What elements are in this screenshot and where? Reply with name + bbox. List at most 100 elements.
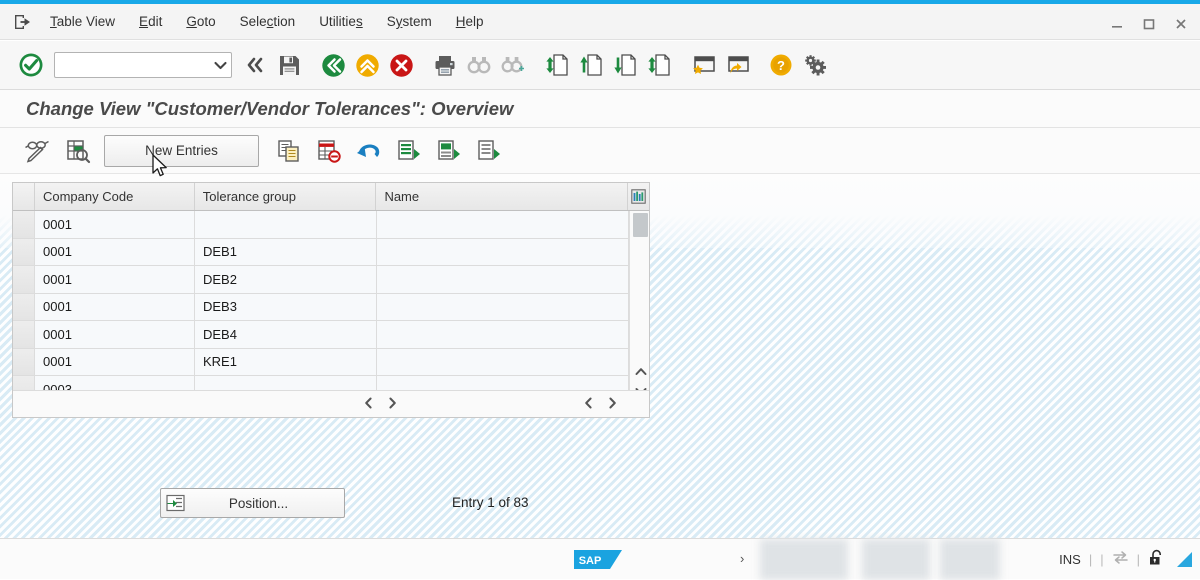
customize-local-layout-icon[interactable] [798,48,832,82]
cell-tolerance-group[interactable]: KRE1 [195,348,377,375]
exit-up-icon[interactable] [350,48,384,82]
scroll-right-icon[interactable] [383,394,401,412]
command-field[interactable] [54,52,232,78]
back-icon[interactable] [316,48,350,82]
transfer-icon[interactable] [1112,550,1129,568]
deselect-all-icon[interactable] [469,135,509,167]
close-icon[interactable] [1166,10,1196,38]
new-entries-button[interactable]: New Entries [104,134,259,167]
status-bar-right: INS | | | [1059,549,1192,569]
cell-name[interactable] [377,238,629,265]
table-row[interactable]: 0001 DEB2 [13,266,629,294]
enter-check-icon[interactable] [14,48,48,82]
table-row[interactable]: 0001 DEB3 [13,293,629,321]
menu-item-selection[interactable]: Selection [228,10,308,33]
scroll-left-icon[interactable] [579,394,597,412]
scroll-up-icon[interactable] [630,362,649,382]
status-divider: | [1088,551,1093,567]
find-next-icon[interactable] [496,48,530,82]
cell-tolerance-group[interactable]: DEB1 [195,238,377,265]
table-row[interactable]: 0001 [13,211,629,239]
select-table-entries-icon[interactable] [58,135,98,167]
cell-tolerance-group[interactable]: DEB4 [195,321,377,348]
scroll-right-icon[interactable] [603,394,621,412]
menu-item-utilities[interactable]: Utilities [307,10,375,33]
table-settings-icon[interactable] [628,183,649,210]
lock-icon[interactable] [1148,549,1165,569]
maximize-icon[interactable] [1134,10,1164,38]
screen-title-bar: Change View "Customer/Vendor Tolerances"… [0,90,1200,128]
undo-icon[interactable] [349,135,389,167]
table-row[interactable]: 0001 KRE1 [13,348,629,376]
menu-item-edit[interactable]: Edit [127,10,174,33]
cell-company-code[interactable]: 0001 [35,211,195,238]
menu-item-goto[interactable]: Goto [174,10,227,33]
cell-name[interactable] [377,348,629,375]
last-page-icon[interactable] [642,48,676,82]
command-input[interactable] [55,54,209,76]
column-header-name[interactable]: Name [376,183,629,210]
cell-name[interactable] [377,266,629,293]
cell-tolerance-group[interactable]: DEB2 [195,266,377,293]
cell-company-code[interactable]: 0001 [35,293,195,320]
position-button[interactable]: Position... [160,488,345,518]
redacted-area-2 [862,539,930,580]
row-selector[interactable] [13,376,35,390]
scroll-left-icon[interactable] [359,394,377,412]
display-change-icon[interactable] [18,135,58,167]
column-header-tolerance-group[interactable]: Tolerance group [194,183,377,210]
create-shortcut-icon[interactable] [720,48,754,82]
select-block-icon[interactable] [429,135,469,167]
table-row[interactable]: 0001 DEB4 [13,321,629,349]
cell-name[interactable] [377,376,629,390]
cancel-icon[interactable] [384,48,418,82]
print-icon[interactable] [428,48,462,82]
create-session-icon[interactable] [686,48,720,82]
first-page-icon[interactable] [540,48,574,82]
find-icon[interactable] [462,48,496,82]
sap-gui-window: Table View Edit Goto Selection Utilities… [0,0,1200,580]
column-header-company-code[interactable]: Company Code [34,183,195,210]
row-selector[interactable] [13,238,35,265]
cell-tolerance-group[interactable] [195,211,377,238]
menu-bar: Table View Edit Goto Selection Utilities… [0,4,1200,40]
delete-icon[interactable] [309,135,349,167]
back-chevrons-icon[interactable] [238,48,272,82]
cell-tolerance-group[interactable] [195,376,377,390]
cell-company-code[interactable]: 0001 [35,266,195,293]
cell-name[interactable] [377,321,629,348]
row-select-header[interactable] [13,183,35,210]
chevron-down-icon[interactable] [209,61,231,70]
minimize-icon[interactable] [1102,10,1132,38]
cell-company-code[interactable]: 0001 [35,348,195,375]
table-row[interactable]: 0001 DEB1 [13,238,629,266]
cell-company-code[interactable]: 0001 [35,321,195,348]
exit-icon[interactable] [8,14,38,30]
scrollbar-thumb[interactable] [633,213,648,237]
resize-grip-icon[interactable] [1177,551,1192,567]
previous-page-icon[interactable] [574,48,608,82]
scroll-down-icon[interactable] [630,382,649,390]
row-selector[interactable] [13,211,35,238]
cell-company-code[interactable]: 0001 [35,238,195,265]
menu-item-help[interactable]: Help [444,10,496,33]
row-selector[interactable] [13,266,35,293]
cell-company-code[interactable]: 0003 [35,376,195,390]
cell-name[interactable] [377,211,629,238]
row-selector[interactable] [13,293,35,320]
cell-tolerance-group[interactable]: DEB3 [195,293,377,320]
table-body: 0001 0001 DEB1 0001 DEB2 0001 DEB3 0001 … [13,211,649,390]
row-selector[interactable] [13,348,35,375]
copy-as-icon[interactable] [269,135,309,167]
menu-item-table-view[interactable]: Table View [38,10,127,33]
menu-item-system[interactable]: System [375,10,444,33]
table-row[interactable]: 0003 [13,376,629,390]
select-all-icon[interactable] [389,135,429,167]
cell-name[interactable] [377,293,629,320]
row-selector[interactable] [13,321,35,348]
next-page-icon[interactable] [608,48,642,82]
help-icon[interactable]: ? [764,48,798,82]
table-vertical-scrollbar[interactable] [629,211,649,390]
save-icon[interactable] [272,48,306,82]
insert-mode-indicator[interactable]: INS [1059,552,1081,567]
